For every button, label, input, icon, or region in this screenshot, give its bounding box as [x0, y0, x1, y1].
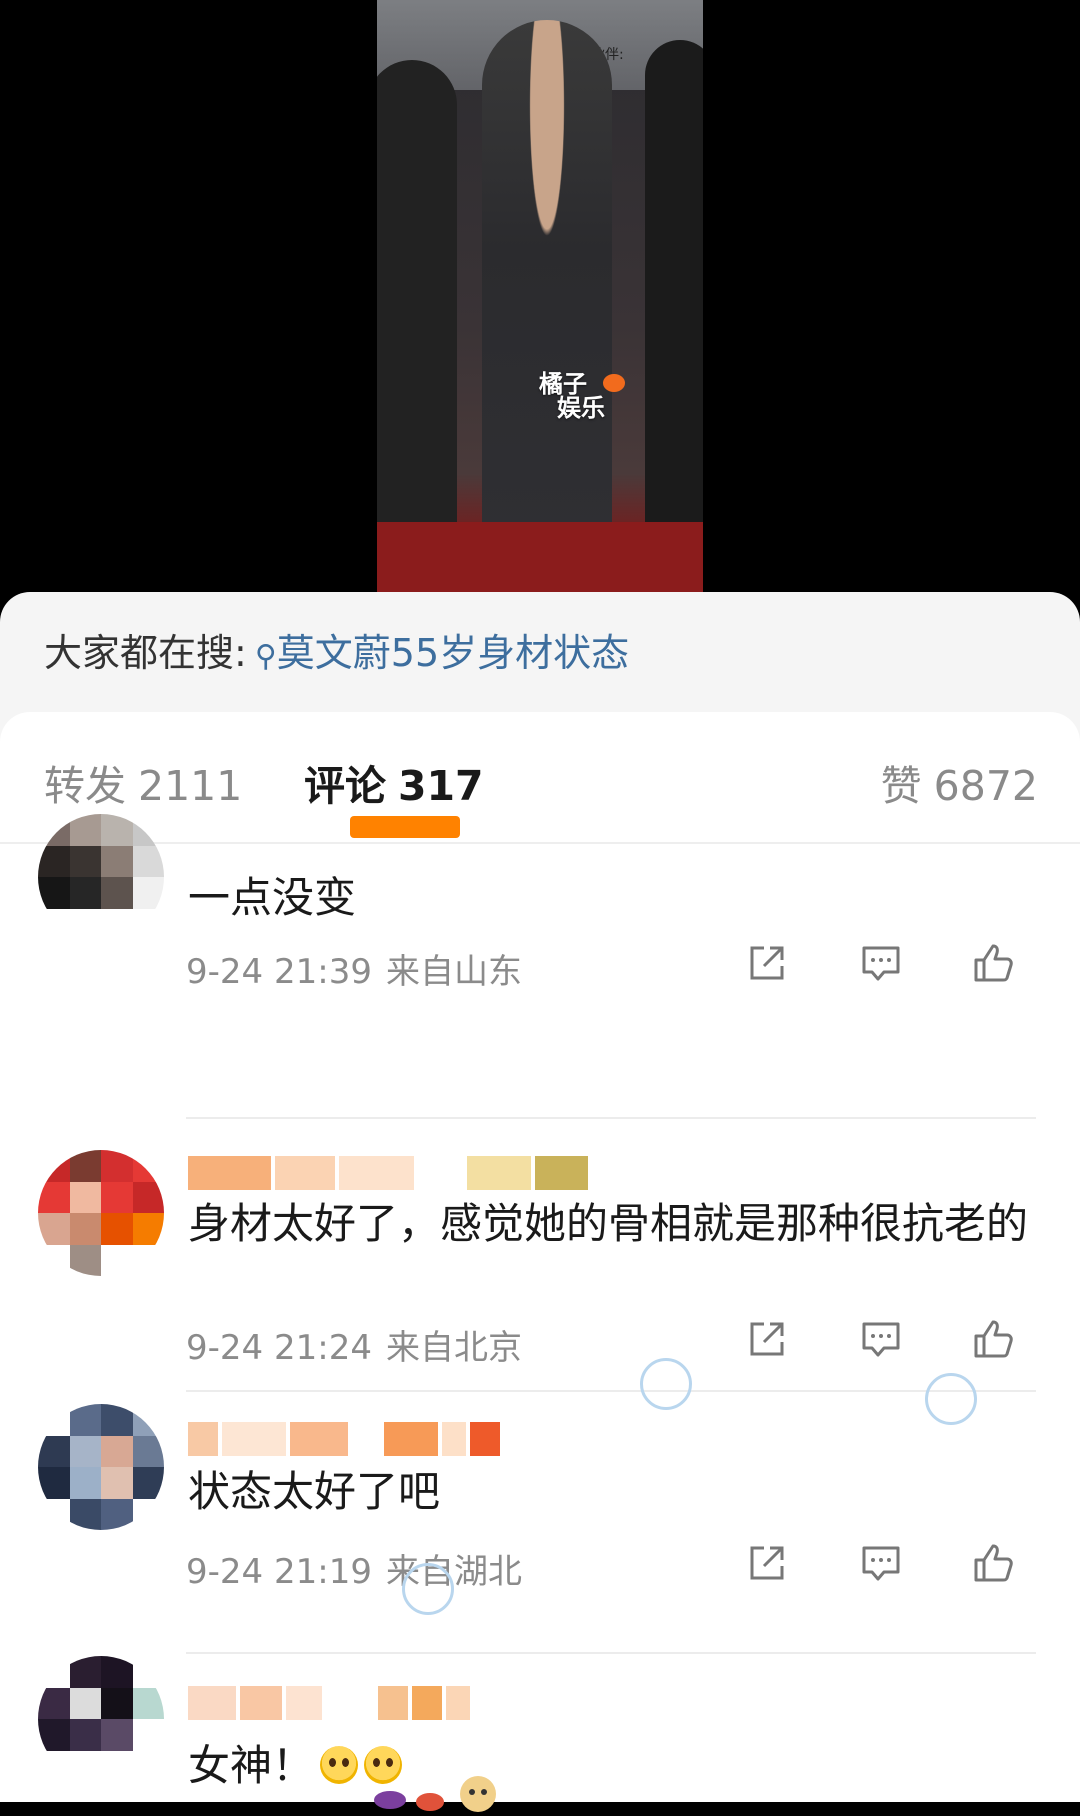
- comment-text: 身材太好了，感觉她的骨相就是那种很抗老的: [188, 1199, 1029, 1248]
- watermark-line1: 橘子: [539, 370, 587, 398]
- comment-time: 9-24 21:19: [186, 1552, 372, 1592]
- person-left: [377, 60, 457, 580]
- avatar[interactable]: [38, 1150, 164, 1276]
- comment-icon[interactable]: [856, 938, 906, 988]
- comment-meta: 9-24 21:24 来自北京: [186, 1320, 522, 1369]
- watermark-line2: 娱乐: [557, 394, 605, 422]
- candy-sticker-icon: [374, 1776, 496, 1812]
- comment-meta: 9-24 21:39 来自山东: [186, 944, 522, 993]
- comment-actions: [742, 1314, 1042, 1364]
- comment-location: 来自北京: [385, 1328, 522, 1368]
- tab-comment-label: 评论: [304, 762, 386, 810]
- comment-icon[interactable]: [856, 1538, 906, 1588]
- comment-divider: [186, 1117, 1036, 1119]
- thumbs-up-icon[interactable]: [968, 1538, 1018, 1588]
- red-carpet: [377, 522, 703, 592]
- comment-panel: 大家都在搜:⚲莫文蔚55岁身材状态 转发2111 评论317 赞6872: [0, 592, 1080, 1812]
- loading-indicator-icon: [640, 1358, 692, 1410]
- thumbs-up-icon[interactable]: [968, 1314, 1018, 1364]
- watermark-logo: 橘子 娱乐: [539, 370, 625, 422]
- avatar[interactable]: [38, 814, 164, 940]
- hot-search-bar[interactable]: 大家都在搜: ⚲莫文蔚55岁身材状态: [44, 622, 629, 675]
- loading-indicator-icon: [402, 1563, 454, 1615]
- comment-actions: [742, 938, 1042, 988]
- comment-item: 一点没变 9-24 21:39 来自山东: [0, 814, 1080, 1119]
- username-masked[interactable]: [188, 1156, 588, 1192]
- username-masked[interactable]: [188, 1422, 588, 1458]
- share-icon[interactable]: [742, 1314, 792, 1364]
- comment-divider: [186, 1390, 1036, 1392]
- person-center: [482, 20, 612, 590]
- comment-time: 9-24 21:39: [186, 952, 372, 992]
- search-icon: ⚲: [254, 639, 277, 674]
- comment-text: 一点没变: [188, 873, 357, 922]
- tab-comment-count: 317: [398, 762, 484, 810]
- tab-active-indicator: [350, 816, 460, 838]
- loading-indicator-icon: [925, 1373, 977, 1425]
- video-player[interactable]: 作伙伴: 橘子 娱乐: [377, 0, 703, 592]
- logo-dot-icon: [603, 374, 625, 392]
- comment-time: 9-24 21:24: [186, 1328, 372, 1368]
- comment-meta: 9-24 21:19 来自湖北: [186, 1544, 522, 1593]
- share-icon[interactable]: [742, 938, 792, 988]
- comments-card: 转发 2111 评论 317 赞 6872 一点没变 9-24 21:39 来自…: [0, 712, 1080, 1812]
- tab-repost[interactable]: 转发 2111: [44, 752, 242, 812]
- comment-item: 状态太好了吧 9-24 21:19 来自湖北: [0, 1394, 1080, 1654]
- comment-item: 女神！: [0, 1656, 1080, 1812]
- comment-actions: [742, 1538, 1042, 1588]
- hot-search-keyword[interactable]: 莫文蔚55岁身材状态: [277, 631, 629, 675]
- username-masked[interactable]: [188, 1686, 588, 1722]
- tab-like-count: 6872: [933, 762, 1038, 810]
- share-icon[interactable]: [742, 1538, 792, 1588]
- comment-location: 来自山东: [385, 952, 522, 992]
- comment-text: 状态太好了吧: [188, 1467, 441, 1516]
- avatar[interactable]: [38, 1404, 164, 1530]
- comment-item: 身材太好了，感觉她的骨相就是那种很抗老的 9-24 21:24 来自北京: [0, 1120, 1080, 1392]
- hot-search-prefix: 大家都在搜:: [44, 631, 247, 675]
- person-right: [645, 40, 703, 580]
- comment-text: 女神！: [188, 1734, 1036, 1798]
- tab-comment[interactable]: 评论 317: [304, 752, 484, 812]
- comment-text-content: 女神！: [188, 1741, 315, 1790]
- tab-like[interactable]: 赞 6872: [881, 752, 1038, 812]
- comment-icon[interactable]: [856, 1314, 906, 1364]
- comment-divider: [186, 1652, 1036, 1654]
- tab-repost-count: 2111: [138, 762, 243, 810]
- emoji-pleading-icon: [320, 1746, 359, 1784]
- thumbs-up-icon[interactable]: [968, 938, 1018, 988]
- avatar[interactable]: [38, 1656, 164, 1782]
- tab-repost-label: 转发: [44, 762, 126, 810]
- tab-like-label: 赞: [880, 762, 922, 810]
